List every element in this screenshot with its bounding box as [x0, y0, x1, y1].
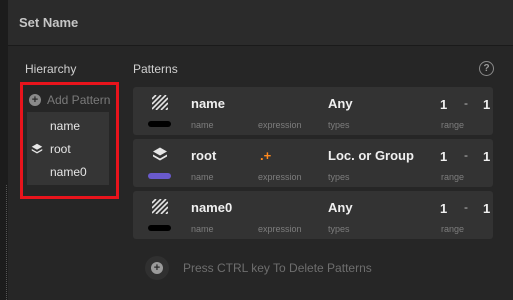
range-separator: -: [464, 96, 468, 110]
pattern-types[interactable]: Any: [328, 96, 353, 111]
range-max[interactable]: 1: [483, 201, 490, 216]
range-max[interactable]: 1: [483, 149, 490, 164]
dialog-header: Set Name: [8, 0, 513, 46]
range-separator: -: [464, 200, 468, 214]
pattern-row-name[interactable]: name Any 1 - 1 name expression types ran…: [133, 87, 493, 135]
hatch-icon: [152, 95, 168, 110]
range-caption: range: [441, 120, 465, 130]
color-swatch[interactable]: [148, 225, 171, 231]
help-icon[interactable]: ?: [479, 61, 494, 76]
delete-hint: Press CTRL key To Delete Patterns: [183, 261, 372, 275]
pattern-name[interactable]: name: [191, 96, 225, 111]
range-max[interactable]: 1: [483, 97, 490, 112]
layers-icon: [153, 147, 167, 161]
expression-caption: expression: [258, 224, 302, 234]
pattern-row-name0[interactable]: name0 Any 1 - 1 name expression types ra…: [133, 191, 493, 239]
expression-caption: expression: [258, 172, 302, 182]
pattern-name[interactable]: root: [191, 148, 216, 163]
dotted-divider: [6, 185, 7, 300]
color-swatch[interactable]: [148, 121, 171, 127]
range-min[interactable]: 1: [440, 149, 447, 164]
hierarchy-label: Hierarchy: [25, 62, 77, 76]
pattern-row-root[interactable]: root .+ Loc. or Group 1 - 1 name express…: [133, 139, 493, 187]
hatch-icon: [152, 199, 168, 214]
plus-icon: +: [151, 262, 163, 274]
patterns-label: Patterns: [133, 62, 178, 76]
expression-caption: expression: [258, 120, 302, 130]
range-min[interactable]: 1: [440, 97, 447, 112]
name-caption: name: [191, 120, 214, 130]
name-caption: name: [191, 224, 214, 234]
color-swatch[interactable]: [148, 173, 171, 179]
range-separator: -: [464, 148, 468, 162]
name-caption: name: [191, 172, 214, 182]
left-panel-edge: [0, 0, 8, 300]
pattern-types[interactable]: Any: [328, 200, 353, 215]
pattern-types[interactable]: Loc. or Group: [328, 148, 414, 163]
range-caption: range: [441, 224, 465, 234]
dialog-title: Set Name: [19, 15, 79, 30]
range-min[interactable]: 1: [440, 201, 447, 216]
types-caption: types: [328, 224, 350, 234]
range-caption: range: [441, 172, 465, 182]
add-pattern-row-button[interactable]: +: [145, 256, 169, 280]
highlight-box: [20, 82, 119, 199]
types-caption: types: [328, 172, 350, 182]
types-caption: types: [328, 120, 350, 130]
pattern-expression[interactable]: .+: [260, 148, 271, 163]
pattern-name[interactable]: name0: [191, 200, 232, 215]
